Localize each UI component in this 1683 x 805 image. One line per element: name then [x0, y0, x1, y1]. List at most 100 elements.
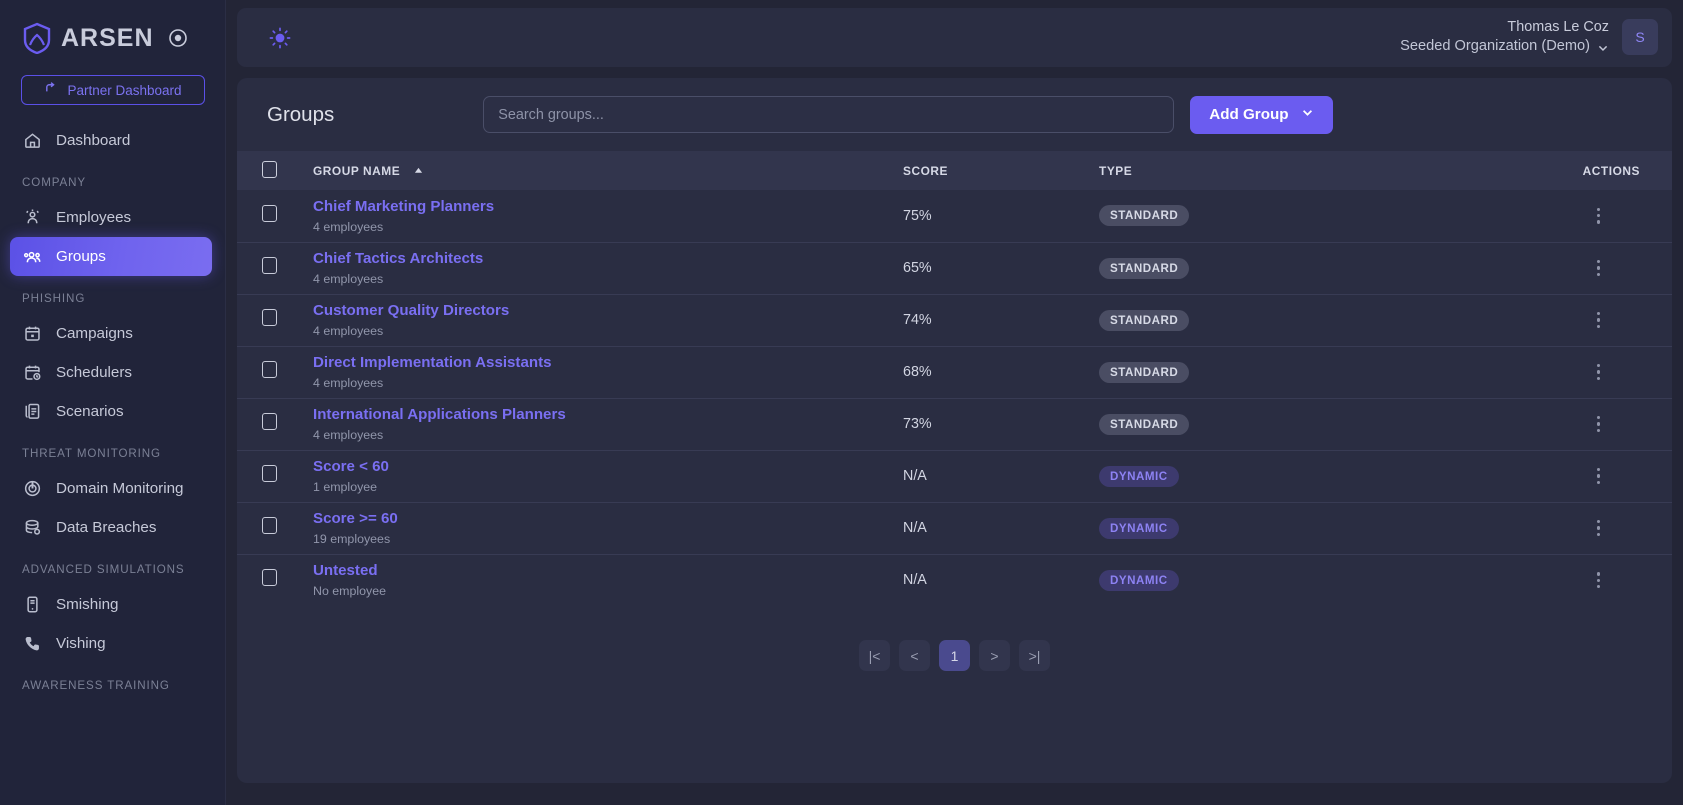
sidebar-item-label: Employees [56, 209, 132, 226]
column-actions: ACTIONS [1582, 163, 1640, 178]
status-badge: STANDARD [1099, 257, 1190, 279]
sidebar-item-groups[interactable]: Groups [10, 237, 212, 276]
row-checkbox[interactable] [262, 465, 277, 482]
pagination-next-button[interactable]: > [979, 640, 1010, 671]
add-group-button[interactable]: Add Group [1190, 95, 1333, 134]
kebab-menu-icon[interactable] [1377, 467, 1640, 485]
sidebar-item-employees[interactable]: Employees [10, 198, 212, 237]
table-row[interactable]: Untested No employee N/A DYNAMIC [237, 554, 1672, 606]
table-row[interactable]: Direct Implementation Assistants 4 employ… [237, 346, 1672, 398]
sort-ascending-icon [414, 163, 423, 177]
row-select-cell [237, 346, 313, 398]
group-name-link[interactable]: Chief Tactics Architects [313, 250, 903, 269]
sidebar-item-domain-monitoring[interactable]: Domain Monitoring [10, 469, 212, 508]
status-badge: STANDARD [1099, 413, 1190, 435]
column-type[interactable]: TYPE [1099, 151, 1377, 190]
group-employee-count: 1 employee [313, 479, 378, 494]
sidebar-item-campaigns[interactable]: Campaigns [10, 314, 212, 353]
group-employee-count: No employee [313, 584, 387, 599]
sidebar-section-awareness-training: AWARENESS TRAINING [22, 679, 170, 692]
pagination-page-1-button[interactable]: 1 [939, 640, 970, 671]
organization-label: Seeded Organization (Demo) [1400, 38, 1590, 55]
sidebar-section-company: COMPANY [22, 176, 87, 189]
add-group-label: Add Group [1209, 106, 1289, 123]
group-score: 75% [903, 207, 932, 224]
sidebar: ARSEN Partner Dashboard Dashboard COMPAN… [0, 0, 226, 805]
kebab-menu-icon[interactable] [1377, 207, 1640, 224]
group-name-link[interactable]: Customer Quality Directors [313, 302, 903, 321]
table-row[interactable]: Score < 60 1 employee N/A DYNAMIC [237, 450, 1672, 502]
kebab-menu-icon[interactable] [1377, 311, 1640, 329]
group-name-link[interactable]: Direct Implementation Assistants [313, 354, 903, 373]
table-row[interactable]: Chief Marketing Planners 4 employees 75% ST… [237, 190, 1672, 242]
pagination-first-button[interactable]: |< [859, 640, 890, 671]
search-input[interactable] [483, 96, 1175, 133]
table-row[interactable]: Customer Quality Directors 4 employees 74%… [237, 294, 1672, 346]
table-row[interactable]: Chief Tactics Architects 4 employees 65% ST… [237, 242, 1672, 294]
sidebar-item-label: Scenarios [56, 403, 124, 420]
user-name: Thomas Le Coz [1507, 19, 1609, 36]
column-group-name[interactable]: GROUP NAME [313, 151, 903, 190]
row-checkbox[interactable] [262, 204, 277, 222]
column-group-name-label: GROUP NAME [313, 164, 401, 178]
sidebar-item-smishing[interactable]: Smishing [10, 585, 212, 624]
row-checkbox[interactable] [262, 309, 277, 326]
pagination-prev-button[interactable]: < [899, 640, 930, 671]
table-row[interactable]: Score >= 60 19 employees N/A DYNAMIC [237, 502, 1672, 554]
row-checkbox[interactable] [262, 569, 277, 587]
table-header: GROUP NAME SCORE TYPE ACTIONS [237, 151, 1672, 190]
row-checkbox[interactable] [262, 517, 277, 534]
organization-switcher[interactable]: Seeded Organization (Demo) [1400, 37, 1609, 56]
partner-dashboard-button[interactable]: Partner Dashboard [21, 75, 205, 105]
app-root: ARSEN Partner Dashboard Dashboard COMPAN… [0, 0, 1683, 805]
kebab-menu-icon[interactable] [1377, 259, 1640, 277]
kebab-menu-icon[interactable] [1377, 519, 1640, 537]
column-score[interactable]: SCORE [903, 151, 1099, 190]
sidebar-item-vishing[interactable]: Vishing [10, 624, 212, 663]
status-badge: DYNAMIC [1099, 517, 1179, 539]
brand: ARSEN [0, 0, 225, 58]
status-badge: STANDARD [1099, 205, 1190, 227]
group-score-cell: N/A [903, 450, 1099, 502]
group-employee-count: 4 employees [313, 271, 384, 286]
group-type-cell: STANDARD [1099, 346, 1377, 398]
group-score-cell: N/A [903, 502, 1099, 554]
home-icon [22, 131, 42, 151]
row-checkbox[interactable] [262, 413, 277, 430]
group-name-link[interactable]: Score >= 60 [313, 510, 903, 529]
group-name-link[interactable]: International Applications Planners [313, 406, 903, 425]
calendar-icon [22, 324, 42, 344]
group-name-cell: International Applications Planners 4 emp… [313, 398, 903, 450]
group-score: N/A [903, 572, 927, 589]
group-employee-count: 4 employees [313, 427, 384, 442]
kebab-menu-icon[interactable] [1377, 572, 1640, 589]
group-type-cell: DYNAMIC [1099, 554, 1377, 606]
table-body: Chief Marketing Planners 4 employees 75% ST… [237, 190, 1672, 606]
sidebar-item-scenarios[interactable]: Scenarios [10, 392, 212, 431]
sidebar-item-data-breaches[interactable]: Data Breaches [10, 508, 212, 547]
kebab-menu-icon[interactable] [1377, 415, 1640, 433]
sun-icon[interactable] [267, 25, 293, 51]
row-checkbox[interactable] [262, 257, 277, 274]
sidebar-item-dashboard[interactable]: Dashboard [10, 121, 212, 160]
row-checkbox[interactable] [262, 361, 277, 378]
group-name-link[interactable]: Chief Marketing Planners [313, 198, 903, 217]
table-row[interactable]: International Applications Planners 4 emp… [237, 398, 1672, 450]
pagination: |< < 1 > >| [237, 606, 1672, 671]
pagination-last-button[interactable]: >| [1019, 640, 1050, 671]
group-name-cell: Score < 60 1 employee [313, 450, 903, 502]
group-name-link[interactable]: Untested [313, 562, 903, 581]
group-actions-cell [1377, 294, 1672, 346]
group-name-link[interactable]: Score < 60 [313, 458, 903, 477]
group-type-cell: DYNAMIC [1099, 450, 1377, 502]
row-select-cell [237, 450, 313, 502]
group-name-cell: Direct Implementation Assistants 4 employ… [313, 346, 903, 398]
chevron-down-icon [1597, 41, 1609, 53]
kebab-menu-icon[interactable] [1377, 363, 1640, 381]
select-all-checkbox[interactable] [262, 160, 277, 178]
sidebar-item-label: Schedulers [56, 364, 132, 381]
group-type-cell: STANDARD [1099, 294, 1377, 346]
user-zone: Thomas Le Coz Seeded Organization (Demo)… [1400, 18, 1658, 56]
avatar[interactable]: S [1622, 19, 1658, 56]
sidebar-item-schedulers[interactable]: Schedulers [10, 353, 212, 392]
